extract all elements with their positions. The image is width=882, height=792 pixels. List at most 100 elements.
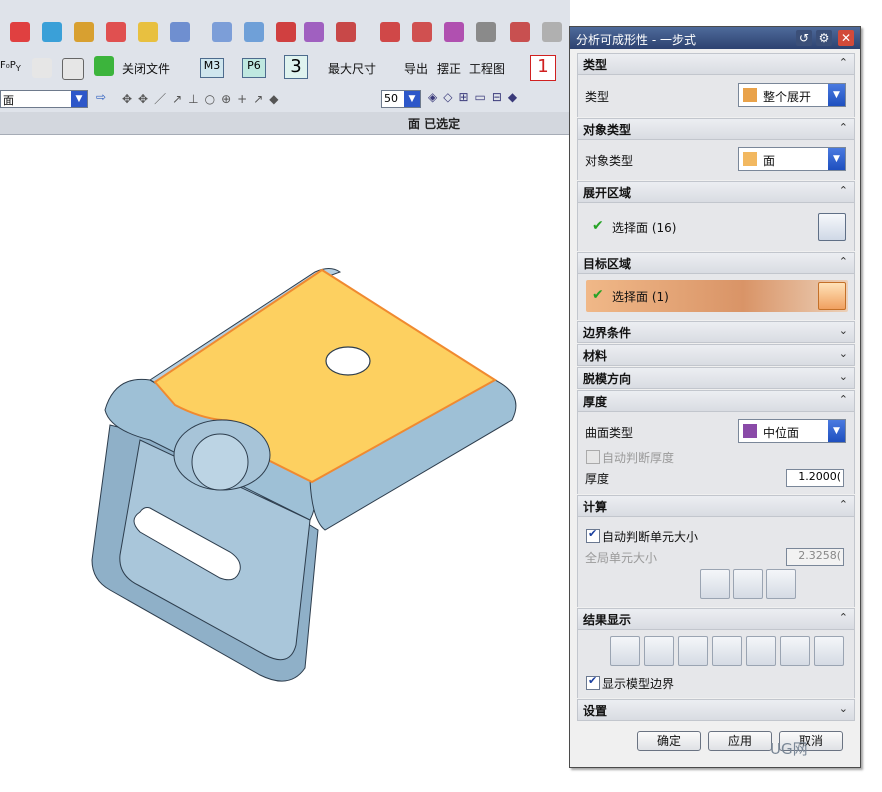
feature-icon[interactable] <box>304 22 324 42</box>
feature-icon[interactable] <box>106 22 126 42</box>
type-select[interactable]: 整个展开 ▼ <box>738 83 846 107</box>
filter-select[interactable]: 面 ▼ <box>0 90 88 108</box>
auto-size-checkbox[interactable] <box>586 527 600 543</box>
surface-type-select[interactable]: 中位面 ▼ <box>738 419 846 443</box>
feature-icon[interactable] <box>74 22 94 42</box>
snap-icons[interactable]: ✥✥／↗⊥○⊕+↗◆ <box>122 90 284 107</box>
feature-icon[interactable] <box>276 22 296 42</box>
feature-icon[interactable] <box>336 22 356 42</box>
dialog-titlebar[interactable]: 分析可成形性 - 一步式 ↺ ⚙ ✕ <box>570 27 860 49</box>
target-select-row[interactable]: ✔ 选择面 (1) <box>586 280 848 312</box>
object-type-select[interactable]: 面 ▼ <box>738 147 846 171</box>
chevron-up-icon: ⌃ <box>838 393 848 406</box>
feature-icon[interactable] <box>476 22 496 42</box>
scale-select[interactable]: 50 ▼ <box>381 90 421 108</box>
section-material[interactable]: 材料 ⌄ <box>577 344 855 366</box>
close-icon[interactable]: ✕ <box>838 30 854 46</box>
surface-type-label: 曲面类型 <box>585 426 634 440</box>
select-face-icon[interactable] <box>818 282 846 310</box>
section-results[interactable]: 结果显示 ⌃ <box>577 608 855 630</box>
section-boundary[interactable]: 边界条件 ⌄ <box>577 321 855 343</box>
chevron-up-icon: ⌃ <box>838 56 848 69</box>
graphics-canvas[interactable] <box>0 135 570 792</box>
place-button[interactable]: 摆正 <box>437 60 461 77</box>
section-thickness[interactable]: 厚度 ⌃ <box>577 390 855 412</box>
max-size-button[interactable]: 最大尺寸 <box>328 60 376 77</box>
sheetmetal-part[interactable] <box>0 135 570 792</box>
fpy-icon[interactable]: F₀PY <box>0 60 21 73</box>
check-mesh-icon[interactable] <box>733 569 763 599</box>
unfold-region-body: ✔ 选择面 (16) <box>577 203 855 251</box>
status-text: 面 已选定 <box>408 117 461 131</box>
feature-icon[interactable] <box>138 22 158 42</box>
feature-icon[interactable] <box>542 22 562 42</box>
formability-dialog: 分析可成形性 - 一步式 ↺ ⚙ ✕ 类型 ⌃ 类型 整个展开 ▼ 对象类型 ⌃… <box>569 26 861 768</box>
compute-icon[interactable] <box>766 569 796 599</box>
chevron-down-icon: ⌄ <box>838 347 848 360</box>
global-size-input[interactable]: 2.3258( <box>786 548 844 566</box>
arrow-right-icon[interactable]: ⇨ <box>96 90 106 104</box>
feature-icon[interactable] <box>412 22 432 42</box>
section-target-region[interactable]: 目标区域 ⌃ <box>577 252 855 274</box>
feature-icon[interactable] <box>380 22 400 42</box>
drawing-button[interactable]: 工程图 <box>469 60 505 77</box>
section-object-type[interactable]: 对象类型 ⌃ <box>577 118 855 140</box>
feature-icon[interactable] <box>170 22 190 42</box>
close-file-button[interactable]: 关闭文件 <box>122 60 170 77</box>
gear-icon[interactable]: ⚙ <box>816 30 832 46</box>
line-icon[interactable] <box>32 58 52 78</box>
export-button[interactable]: 导出 <box>404 60 428 77</box>
show-boundary-checkbox[interactable] <box>586 674 600 690</box>
chevron-up-icon: ⌃ <box>838 255 848 268</box>
feature-icon[interactable] <box>444 22 464 42</box>
boundary-plot-icon[interactable] <box>712 636 742 666</box>
thickness-input[interactable]: 1.2000( <box>786 469 844 487</box>
chevron-down-icon: ⌄ <box>838 370 848 383</box>
section-compute[interactable]: 计算 ⌃ <box>577 495 855 517</box>
crosshair-icon[interactable] <box>62 58 84 80</box>
object-type-value: 面 <box>763 154 776 168</box>
three-button[interactable]: 3 <box>284 55 308 79</box>
mesh-icon[interactable] <box>700 569 730 599</box>
apply-button[interactable]: 应用 <box>708 731 772 751</box>
one-button[interactable]: 1 <box>530 55 556 81</box>
export-plot-icon[interactable] <box>780 636 810 666</box>
stress-plot-icon[interactable] <box>678 636 708 666</box>
ok-button[interactable]: 确定 <box>637 731 701 751</box>
report-plot-icon[interactable] <box>814 636 844 666</box>
feature-icon[interactable] <box>42 22 62 42</box>
m3-button[interactable]: M3 <box>200 58 224 78</box>
view-icons[interactable]: ◈◇⊞▭⊟◆ <box>428 90 523 104</box>
reset-icon[interactable]: ↺ <box>796 30 812 46</box>
p6-button[interactable]: P6 <box>242 58 266 78</box>
section-header: 厚度 <box>583 395 608 409</box>
section-settings[interactable]: 设置 ⌄ <box>577 699 855 721</box>
cube-icon <box>743 152 757 166</box>
chevron-down-icon: ▼ <box>828 420 845 442</box>
chevron-up-icon: ⌃ <box>838 121 848 134</box>
select-face-icon[interactable] <box>818 213 846 241</box>
auto-thickness-checkbox[interactable] <box>586 450 600 464</box>
section-header: 边界条件 <box>583 326 632 340</box>
feature-icon[interactable] <box>510 22 530 42</box>
feature-icon[interactable] <box>212 22 232 42</box>
feature-icon[interactable] <box>10 22 30 42</box>
mid-surface-icon <box>743 424 757 438</box>
chevron-down-icon: ⌄ <box>838 324 848 337</box>
section-type[interactable]: 类型 ⌃ <box>577 53 855 75</box>
chevron-down-icon: ⌄ <box>838 702 848 715</box>
type-value: 整个展开 <box>763 90 812 104</box>
target-select-text: 选择面 (1) <box>612 290 669 304</box>
thickness-plot-icon[interactable] <box>610 636 640 666</box>
section-unfold-region[interactable]: 展开区域 ⌃ <box>577 181 855 203</box>
watermark: UG网 <box>770 740 808 758</box>
unfold-select-row[interactable]: ✔ 选择面 (16) <box>586 211 848 243</box>
thickness-body: 曲面类型 中位面 ▼ 自动判断厚度 厚度 1.2000( <box>577 412 855 494</box>
feature-icon[interactable] <box>244 22 264 42</box>
close-file-icon[interactable] <box>94 56 114 76</box>
section-header: 计算 <box>583 500 608 514</box>
object-type-label: 对象类型 <box>585 154 634 168</box>
strain-plot-icon[interactable] <box>644 636 674 666</box>
flatten-plot-icon[interactable] <box>746 636 776 666</box>
section-draft[interactable]: 脱模方向 ⌄ <box>577 367 855 389</box>
